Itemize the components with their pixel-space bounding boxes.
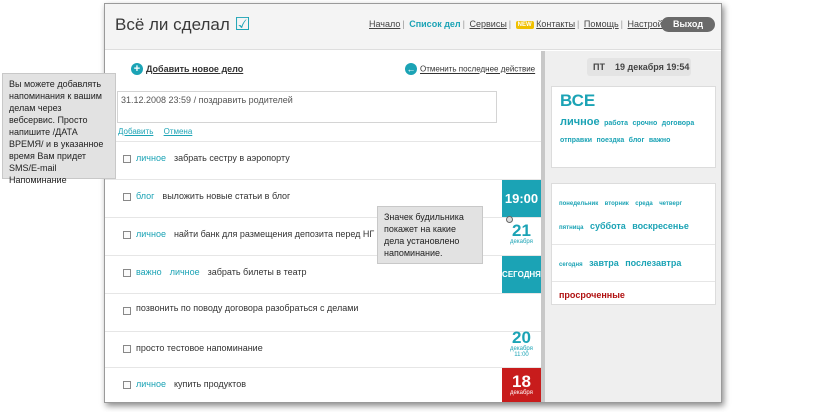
task-checkbox[interactable] [123,381,131,389]
day-today[interactable]: сегодня [559,262,583,268]
tag-trip[interactable]: поездка [597,137,625,144]
day-friday[interactable]: пятница [559,225,583,231]
day-tomorrow[interactable]: завтра [589,258,619,268]
reminder-help-tooltip: Вы можете добавлять напоминания к вашим … [2,73,116,185]
date-time: 19 декабря 19:54 [614,62,690,72]
task-tag[interactable]: блог [136,191,154,201]
reminder-month: декабря [510,239,533,245]
task-checkbox[interactable] [123,231,131,239]
day-sunday[interactable]: воскресенье [632,221,689,231]
task-content: позвонить по поводу договора разобраться… [136,303,358,313]
day-wednesday[interactable]: среда [635,201,652,207]
task-text[interactable]: купить продуктов [174,379,246,389]
undo-arrow-icon: ← [405,63,417,75]
day-monday[interactable]: понедельник [559,201,598,207]
reminder-today-badge: СЕГОДНЯ [502,256,541,293]
reminder-day: 18 [512,372,531,391]
new-task-cancel-link[interactable]: Отмена [164,127,193,136]
sidebar: ПТ 19 декабря 19:54 ВСЕ личное работа сро… [545,51,721,402]
undo-label: Отменить последнее действие [420,64,536,74]
task-text[interactable]: выложить новые статьи в блог [162,191,290,201]
add-task-label: Добавить новое дело [146,64,244,74]
tag-blog[interactable]: блог [629,137,645,144]
task-checkbox[interactable] [123,345,131,353]
task-tag[interactable]: важно [136,267,162,277]
task-checkbox[interactable] [123,269,131,277]
tag-important[interactable]: важно [649,137,671,144]
undo-button[interactable]: ← Отменить последнее действие [405,63,535,75]
task-tag[interactable]: личное [136,153,166,163]
tag-personal[interactable]: личное [560,116,600,128]
day-after-tomorrow[interactable]: послезавтра [625,258,681,268]
task-text[interactable]: забрать билеты в театр [208,267,307,277]
tag-cloud: ВСЕ личное работа срочно договора отправ… [551,86,716,168]
new-task-actions: Добавить Отмена [118,127,200,136]
nav-services[interactable]: Сервисы [470,19,507,29]
main-nav: Начало | Список дел | Сервисы | NEW Контакт… [369,19,672,29]
reminder-time-badge: 19:00 [502,180,541,217]
weekday: ПТ [593,62,605,72]
reminder-time: 11:00 [514,352,529,358]
overdue-date-badge: 18 декабря [502,368,541,402]
app-logo[interactable]: Всё ли сделал ☑ [115,14,251,35]
task-content: просто тестовое напоминание [136,343,263,353]
app-title: Всё ли сделал [115,15,230,34]
task-content: блог выложить новые статьи в блог [136,191,290,201]
tag-shipments[interactable]: отправки [560,137,592,144]
overdue-filter[interactable]: просроченные [559,290,708,308]
alarm-help-tooltip: Значек будильника покажет на какие дела … [377,206,483,264]
top-bar: Всё ли сделал ☑ Начало | Список дел | Серв… [105,4,721,50]
task-content: личное купить продуктов [136,379,246,389]
task-row: просто тестовое напоминание 20 декабря 1… [105,329,541,369]
task-content: важно личное забрать билеты в театр [136,267,307,277]
task-tag[interactable]: личное [136,229,166,239]
task-text[interactable]: забрать сестру в аэропорту [174,153,290,163]
task-row: личное купить продуктов 18 декабря [105,367,541,402]
day-saturday[interactable]: суббота [590,221,626,231]
task-text[interactable]: просто тестовое напоминание [136,343,263,353]
checkmark-icon: ☑ [234,14,251,34]
task-text[interactable]: позвонить по поводу договора разобраться… [136,303,358,313]
task-row: позвонить по поводу договора разобраться… [105,293,541,331]
tag-work[interactable]: работа [604,120,628,127]
task-tag[interactable]: личное [136,379,166,389]
tag-urgent[interactable]: срочно [632,120,657,127]
task-content: личное забрать сестру в аэропорту [136,153,290,163]
day-tuesday[interactable]: вторник [605,201,629,207]
nav-contacts[interactable]: Контакты [536,19,575,29]
reminder-month: декабря [510,390,533,396]
nav-help[interactable]: Помощь [584,19,619,29]
tag-all[interactable]: ВСЕ [560,92,707,109]
app-window: Всё ли сделал ☑ Начало | Список дел | Серв… [104,3,722,403]
new-badge: NEW [515,20,534,29]
reminder-date-badge: 21 декабря [502,222,541,254]
reminder-date-badge: 20 декабря 11:00 [502,329,541,369]
task-text[interactable]: найти банк для размещения депозита перед… [174,229,374,239]
reminder-day: 20 [512,328,531,347]
task-checkbox[interactable] [123,307,131,315]
new-task-add-link[interactable]: Добавить [118,127,153,136]
logout-button[interactable]: Выход [661,17,715,32]
new-task-input[interactable]: 31.12.2008 23:59 / поздравить родителей [117,91,497,123]
nav-task-list[interactable]: Список дел [409,19,460,29]
reminder-day: 21 [512,221,531,240]
alarm-clock-icon [506,216,513,223]
day-thursday[interactable]: четверг [659,201,682,207]
task-row: личное забрать сестру в аэропорту [105,141,541,179]
current-datetime: ПТ 19 декабря 19:54 [587,58,691,76]
task-checkbox[interactable] [123,193,131,201]
add-task-button[interactable]: + Добавить новое дело [131,63,243,75]
tag-contracts[interactable]: договора [662,120,694,127]
task-content: личное найти банк для размещения депозита… [136,229,374,239]
plus-icon: + [131,63,143,75]
day-filter: понедельник вторник среда четверг пятниц… [551,183,716,305]
task-checkbox[interactable] [123,155,131,163]
task-tag[interactable]: личное [170,267,200,277]
nav-home[interactable]: Начало [369,19,400,29]
